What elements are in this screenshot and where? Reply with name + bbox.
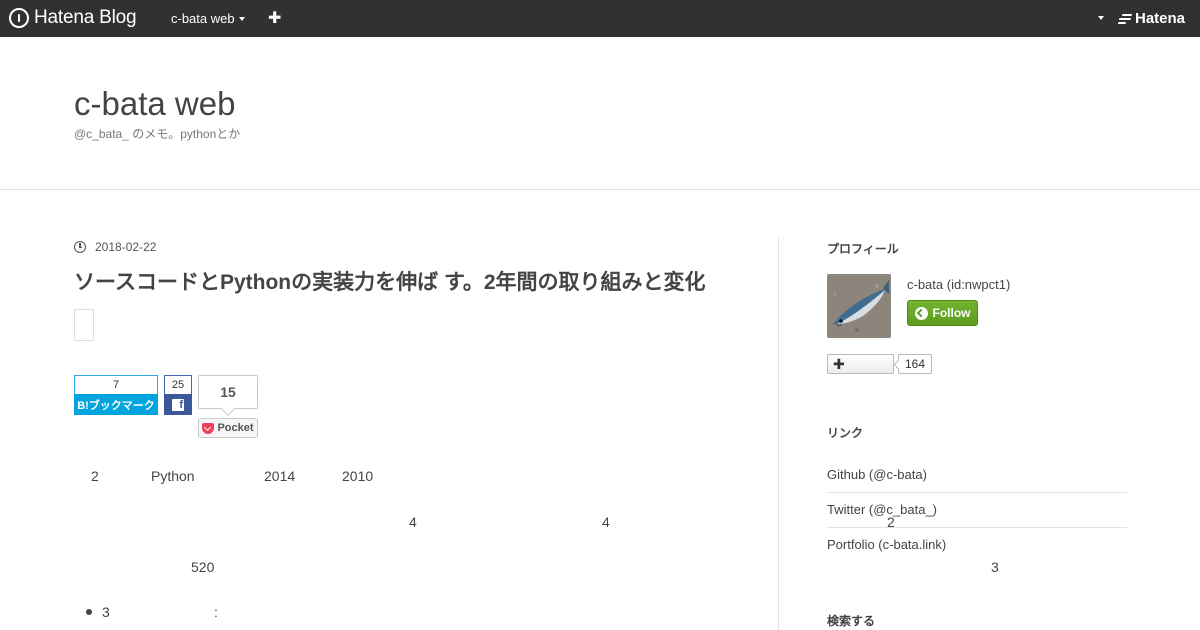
entry-date-text: 2018-02-22 — [95, 240, 157, 254]
link-divider — [827, 527, 1127, 528]
links-heading: リンク — [827, 426, 864, 440]
fish-avatar-icon — [827, 274, 891, 338]
entry-date[interactable]: 2018-02-22 — [74, 240, 156, 254]
pocket-icon — [202, 422, 215, 434]
body-text-fragment: 4 — [409, 514, 417, 530]
subscribe-button[interactable]: ✚ — [827, 354, 894, 374]
blog-switcher-label: c-bata web — [171, 11, 235, 26]
hatena-blog-logo-icon — [9, 8, 29, 28]
overlap-text-fragment: 2 — [887, 514, 895, 530]
profile-avatar[interactable] — [827, 274, 891, 338]
body-text-fragment: Python — [151, 468, 195, 484]
sidebar-link-twitter[interactable]: Twitter (@c_bata_) — [827, 502, 1127, 517]
clock-icon — [74, 241, 86, 253]
caret-down-icon — [238, 16, 245, 21]
hatena-blog-logo-text: Hatena Blog — [34, 7, 137, 28]
hatena-logo[interactable]: Hatena — [1117, 10, 1186, 27]
column-divider — [778, 238, 779, 630]
body-text-fragment: : — [214, 604, 218, 620]
hatena-bookmark-label[interactable]: B!ブックマーク — [74, 394, 158, 415]
pocket-button[interactable]: Pocket — [198, 418, 258, 438]
body-text-fragment: 2014 — [264, 468, 296, 484]
blog-title[interactable]: c-bata web — [74, 85, 235, 123]
facebook-share-button[interactable]: 25 f — [164, 375, 192, 415]
entry-image-placeholder — [74, 309, 94, 341]
body-text-fragment: 520 — [191, 559, 215, 575]
profile-heading: プロフィール — [827, 242, 899, 256]
pocket-count[interactable]: 15 — [198, 375, 258, 409]
hatena-blog-logo[interactable]: Hatena Blog — [9, 7, 137, 29]
blog-header: c-bata web @c_bata_ のメモ。pythonとか — [0, 37, 1200, 190]
hatena-bookmark-count[interactable]: 7 — [74, 375, 158, 394]
new-entry-button[interactable]: ✚ — [268, 8, 281, 28]
body-text-fragment: 4 — [602, 514, 610, 530]
body-text-fragment: 3 — [102, 604, 110, 620]
follow-button-label: Follow — [932, 306, 971, 320]
facebook-share-count[interactable]: 25 — [164, 375, 192, 394]
entry-title[interactable]: ソースコードとPythonの実装力を伸ば す。2年間の取り組みと変化 — [74, 266, 706, 296]
hatena-logo-icon — [1117, 13, 1133, 24]
body-text-fragment: 2010 — [342, 468, 374, 484]
facebook-icon: f — [172, 398, 184, 411]
pocket-label: Pocket — [217, 422, 254, 434]
sidebar-link-github[interactable]: Github (@c-bata) — [827, 467, 1127, 482]
facebook-label[interactable]: f — [164, 394, 192, 415]
blog-switcher[interactable]: c-bata web — [171, 11, 245, 26]
subscriber-count[interactable]: 164 — [898, 354, 932, 374]
global-header: Hatena Blog c-bata web ✚ Hatena — [0, 0, 1200, 37]
link-divider — [827, 492, 1127, 493]
follow-button[interactable]: Follow — [907, 300, 978, 326]
hatena-logo-text: Hatena — [1135, 10, 1186, 27]
follow-icon — [914, 306, 928, 320]
blog-description: @c_bata_ のメモ。pythonとか — [74, 127, 241, 141]
list-bullet — [86, 609, 92, 615]
sidebar-link-portfolio[interactable]: Portfolio (c-bata.link) — [827, 537, 1127, 552]
hatena-bookmark-button[interactable]: 7 B!ブックマーク — [74, 375, 158, 415]
profile-user-name[interactable]: c-bata (id:nwpct1) — [907, 277, 1010, 292]
body-text-fragment: 2 — [91, 468, 99, 484]
overlap-text-fragment: 3 — [991, 559, 999, 575]
account-menu-caret-icon[interactable] — [1098, 16, 1104, 20]
search-heading: 検索する — [827, 614, 876, 628]
